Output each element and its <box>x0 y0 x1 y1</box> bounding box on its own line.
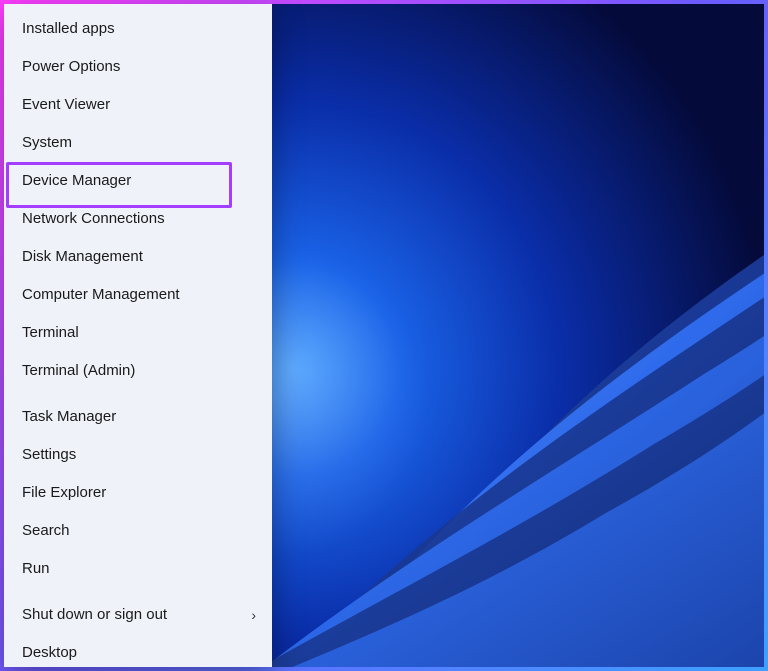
menu-item-task-manager[interactable]: Task Manager <box>4 398 272 436</box>
screenshot-viewport: Installed apps Power Options Event Viewer S… <box>0 0 768 671</box>
menu-item-label: Run <box>22 560 50 577</box>
menu-item-label: Terminal (Admin) <box>22 362 135 379</box>
menu-item-terminal[interactable]: Terminal <box>4 314 272 352</box>
menu-item-label: Task Manager <box>22 408 116 425</box>
menu-item-search[interactable]: Search <box>4 512 272 550</box>
menu-item-label: Terminal <box>22 324 79 341</box>
menu-item-network-connections[interactable]: Network Connections <box>4 200 272 238</box>
menu-item-file-explorer[interactable]: File Explorer <box>4 474 272 512</box>
menu-item-terminal-admin[interactable]: Terminal (Admin) <box>4 352 272 390</box>
menu-item-computer-management[interactable]: Computer Management <box>4 276 272 314</box>
menu-item-power-options[interactable]: Power Options <box>4 48 272 86</box>
menu-item-installed-apps[interactable]: Installed apps <box>4 10 272 48</box>
menu-item-label: Disk Management <box>22 248 143 265</box>
menu-item-label: Desktop <box>22 644 77 661</box>
menu-item-label: Settings <box>22 446 76 463</box>
chevron-right-icon: › <box>251 605 256 625</box>
menu-item-event-viewer[interactable]: Event Viewer <box>4 86 272 124</box>
menu-item-label: Power Options <box>22 58 120 75</box>
menu-item-label: System <box>22 134 72 151</box>
menu-item-label: Network Connections <box>22 210 165 227</box>
menu-item-device-manager[interactable]: Device Manager <box>4 162 272 200</box>
menu-item-label: Computer Management <box>22 286 180 303</box>
menu-item-label: Shut down or sign out <box>22 606 167 623</box>
menu-item-label: Event Viewer <box>22 96 110 113</box>
menu-item-run[interactable]: Run <box>4 550 272 588</box>
menu-item-shut-down-or-sign-out[interactable]: Shut down or sign out › <box>4 596 272 634</box>
power-user-menu[interactable]: Installed apps Power Options Event Viewer S… <box>4 4 272 667</box>
menu-item-label: Installed apps <box>22 20 115 37</box>
menu-item-label: Search <box>22 522 70 539</box>
menu-item-disk-management[interactable]: Disk Management <box>4 238 272 276</box>
menu-item-desktop[interactable]: Desktop <box>4 634 272 671</box>
menu-item-label: File Explorer <box>22 484 106 501</box>
menu-item-label: Device Manager <box>22 172 131 189</box>
menu-item-settings[interactable]: Settings <box>4 436 272 474</box>
menu-item-system[interactable]: System <box>4 124 272 162</box>
